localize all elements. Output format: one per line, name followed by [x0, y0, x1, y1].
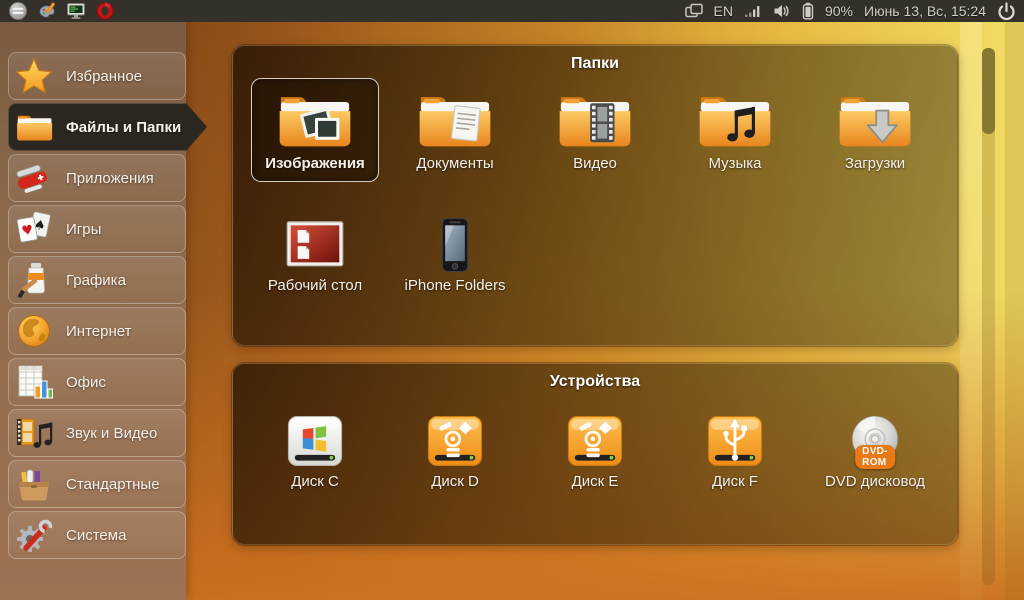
documents-folder-icon — [416, 86, 494, 152]
swiss-knife-icon — [14, 158, 54, 198]
sidebar-item-label: Звук и Видео — [66, 425, 157, 442]
globe-icon — [14, 311, 54, 351]
tile-music[interactable]: Музыка — [671, 78, 799, 182]
tile-label: Загрузки — [845, 155, 905, 172]
sidebar-item-label: Офис — [66, 374, 106, 391]
playing-cards-icon: ♠♥ — [14, 209, 54, 249]
sidebar-item-label: Игры — [66, 221, 101, 238]
sidebar-list: Избранное Файлы и Папки Приложения ♠♥ Игры Гр… — [0, 22, 186, 559]
tile-label: DVD дисковод — [825, 473, 925, 490]
sidebar-item-label: Файлы и Папки — [66, 119, 181, 136]
clock[interactable]: Июнь 13, Вс, 15:24 — [864, 3, 986, 19]
drive-windows-icon — [281, 404, 349, 470]
devices-panel-title: Устройства — [233, 364, 957, 391]
sidebar-item-label: Приложения — [66, 170, 154, 187]
drive-firewire-icon — [421, 404, 489, 470]
tile-dvd[interactable]: DVD-ROM DVD дисковод — [811, 396, 939, 500]
desktop-icon — [278, 208, 352, 274]
tile-documents[interactable]: Документы — [391, 78, 519, 182]
devices-panel: Устройства Диск C Диск D Диск E Диск F DVD-R… — [232, 363, 958, 545]
tile-label: Видео — [573, 155, 617, 172]
tile-label: Диск E — [572, 473, 619, 490]
topbar-app-icons — [0, 1, 115, 21]
tile-disk-d[interactable]: Диск D — [391, 396, 519, 500]
video-folder-icon — [556, 86, 634, 152]
folders-rows: Изображения Документы Видео Музыка Загрузки Р… — [233, 78, 957, 304]
scrollbar-thumb[interactable] — [982, 48, 995, 134]
desktop-switcher-icon[interactable] — [8, 1, 28, 21]
dvd-icon: DVD-ROM — [842, 404, 908, 470]
signal-strength-icon[interactable] — [744, 4, 762, 18]
power-icon[interactable] — [997, 2, 1016, 21]
tile-row: Диск C Диск D Диск E Диск F DVD-ROM DVD диско… — [233, 396, 957, 500]
category-sidebar: Избранное Файлы и Папки Приложения ♠♥ Игры Гр… — [0, 22, 186, 600]
desktop: EN 90% Июнь 13, Вс, 15:24 Избранное Файлы… — [0, 0, 1024, 600]
sidebar-item-accessories[interactable]: Стандартные — [8, 460, 186, 508]
tile-label: Диск F — [712, 473, 758, 490]
window-switcher-icon[interactable] — [685, 3, 703, 19]
tile-label: Изображения — [265, 155, 365, 172]
system-tray: EN 90% Июнь 13, Вс, 15:24 — [685, 2, 1024, 21]
tile-label: iPhone Folders — [405, 277, 506, 294]
sidebar-item-label: Интернет — [66, 323, 131, 340]
star-icon — [14, 56, 54, 96]
tile-pictures[interactable]: Изображения — [251, 78, 379, 182]
sidebar-item-label: Графика — [66, 272, 126, 289]
sidebar-item-label: Избранное — [66, 68, 142, 85]
system-monitor-icon[interactable] — [66, 1, 86, 21]
sound-video-icon — [14, 413, 54, 453]
tile-label: Рабочий стол — [268, 277, 362, 294]
tile-iphone-folders[interactable]: iPhone Folders — [391, 200, 519, 304]
tile-desktop[interactable]: Рабочий стол — [251, 200, 379, 304]
tile-disk-f[interactable]: Диск F — [671, 396, 799, 500]
battery-percent: 90% — [825, 3, 853, 19]
downloads-folder-icon — [836, 86, 914, 152]
sidebar-item-internet[interactable]: Интернет — [8, 307, 186, 355]
sidebar-item-applications[interactable]: Приложения — [8, 154, 186, 202]
light-beam — [1005, 22, 1024, 600]
drive-usb-icon — [701, 404, 769, 470]
volume-icon[interactable] — [773, 4, 791, 18]
sidebar-item-files-and-folders[interactable]: Файлы и Папки — [8, 103, 186, 151]
sidebar-item-favorites[interactable]: Избранное — [8, 52, 186, 100]
sidebar-item-sound-video[interactable]: Звук и Видео — [8, 409, 186, 457]
sidebar-item-graphics[interactable]: Графика — [8, 256, 186, 304]
sidebar-item-system[interactable]: Система — [8, 511, 186, 559]
tile-downloads[interactable]: Загрузки — [811, 78, 939, 182]
paint-icon — [14, 260, 54, 300]
tile-row: Рабочий стол iPhone Folders — [233, 200, 957, 304]
sidebar-item-label: Система — [66, 527, 126, 544]
iphone-icon — [418, 208, 492, 274]
language-indicator[interactable]: EN — [714, 3, 733, 19]
tile-disk-e[interactable]: Диск E — [531, 396, 659, 500]
music-folder-icon — [696, 86, 774, 152]
office-icon — [14, 362, 54, 402]
tile-disk-c[interactable]: Диск C — [251, 396, 379, 500]
opera-browser-icon[interactable] — [95, 1, 115, 21]
dvd-rom-badge: DVD-ROM — [855, 445, 895, 469]
tile-row: Изображения Документы Видео Музыка Загрузки — [233, 78, 957, 182]
system-gear-icon — [14, 515, 54, 555]
battery-icon[interactable] — [802, 2, 814, 20]
sidebar-folder-icon — [14, 107, 54, 147]
toolbox-icon — [14, 464, 54, 504]
folders-panel-title: Папки — [233, 46, 957, 73]
devices-rows: Диск C Диск D Диск E Диск F DVD-ROM DVD диско… — [233, 396, 957, 500]
drive-firewire-icon — [561, 404, 629, 470]
tile-label: Музыка — [708, 155, 761, 172]
tile-label: Документы — [416, 155, 493, 172]
light-beam — [960, 22, 982, 600]
sidebar-item-games[interactable]: ♠♥ Игры — [8, 205, 186, 253]
graphics-app-icon[interactable] — [37, 1, 57, 21]
folders-panel: Папки Изображения Документы Видео Музыка Заг… — [232, 45, 958, 346]
tile-label: Диск C — [291, 473, 339, 490]
sidebar-item-label: Стандартные — [66, 476, 160, 493]
tile-video[interactable]: Видео — [531, 78, 659, 182]
pictures-folder-icon — [276, 86, 354, 152]
top-panel: EN 90% Июнь 13, Вс, 15:24 — [0, 0, 1024, 22]
sidebar-item-office[interactable]: Офис — [8, 358, 186, 406]
scrollbar-track[interactable] — [982, 48, 995, 585]
tile-label: Диск D — [431, 473, 479, 490]
